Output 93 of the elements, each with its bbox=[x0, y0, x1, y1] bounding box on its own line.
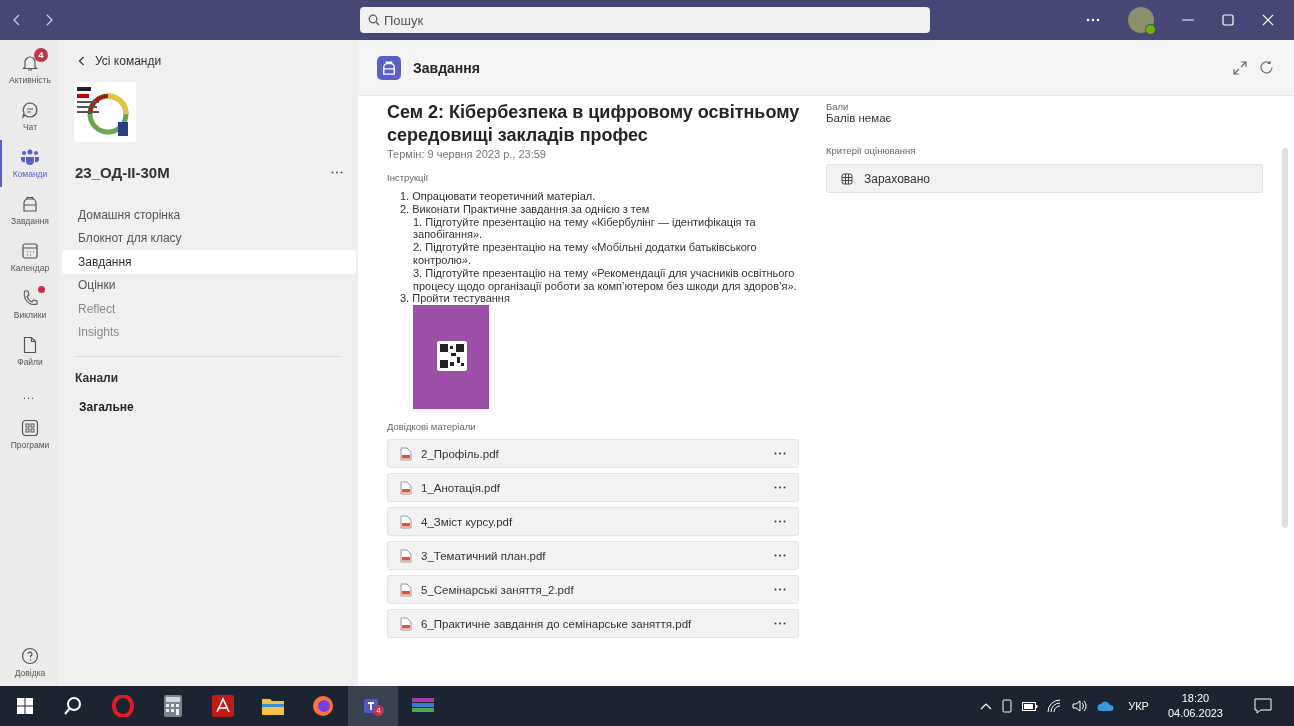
points-value: Балів немає bbox=[826, 112, 893, 124]
notifications-icon[interactable] bbox=[1254, 698, 1272, 714]
pdf-file-icon bbox=[400, 480, 412, 495]
instruction-item: 1. Опрацювати теоретичний матеріал. bbox=[400, 190, 597, 203]
search-icon bbox=[368, 14, 380, 26]
attachment-item[interactable]: 5_Семінарські заняття_2.pdf bbox=[387, 575, 799, 605]
taskbar-app[interactable]: 4 bbox=[348, 686, 398, 726]
search-icon bbox=[63, 696, 83, 716]
windows-start-icon[interactable] bbox=[17, 698, 33, 714]
apps-grid-icon bbox=[21, 419, 39, 437]
battery-icon[interactable] bbox=[1022, 701, 1039, 711]
speaker-icon[interactable] bbox=[1072, 699, 1089, 713]
pdf-file-icon bbox=[400, 616, 412, 631]
refresh-icon[interactable] bbox=[1259, 60, 1274, 75]
attachment-item[interactable]: 2_Профіль.pdf bbox=[387, 439, 799, 469]
more-options-icon[interactable] bbox=[331, 171, 343, 174]
calculator-icon bbox=[164, 695, 182, 717]
due-date: Термін: 9 червня 2023 р., 23:59 bbox=[387, 148, 547, 160]
nav-item[interactable]: Домашня сторінка bbox=[62, 203, 356, 227]
notification-badge: 4 bbox=[34, 48, 48, 62]
more-options-icon[interactable] bbox=[774, 452, 786, 456]
apps-button[interactable]: Програми bbox=[0, 411, 58, 458]
rail-item[interactable]: Календар bbox=[0, 234, 58, 281]
more-apps-button[interactable]: ... bbox=[22, 389, 36, 401]
device-icon[interactable] bbox=[1001, 699, 1014, 713]
more-options-icon[interactable] bbox=[774, 554, 786, 558]
backpack-icon bbox=[377, 55, 401, 80]
more-options-icon[interactable] bbox=[1086, 18, 1100, 22]
pdf-file-icon bbox=[400, 548, 412, 563]
pdf-file-icon bbox=[400, 446, 412, 461]
attachment-item[interactable]: 6_Практичне завдання до семінарське заняття.pdf bbox=[387, 609, 799, 639]
pdf-file-icon bbox=[400, 582, 412, 597]
more-options-icon[interactable] bbox=[774, 588, 786, 592]
backpack-icon bbox=[22, 195, 38, 213]
ring-logo-icon bbox=[112, 695, 134, 717]
more-options-icon[interactable] bbox=[774, 622, 786, 626]
channels-heading: Канали bbox=[75, 371, 120, 385]
close-icon[interactable] bbox=[1262, 14, 1274, 26]
instruction-item: 2. Виконати Практичне завдання за однією з тем bbox=[400, 202, 651, 216]
folder-icon bbox=[262, 697, 284, 715]
nav-item[interactable]: Оцінки bbox=[62, 273, 356, 297]
scrollbar[interactable] bbox=[1282, 148, 1288, 528]
section-label: Довідкові матеріали bbox=[387, 421, 477, 433]
rail-item[interactable]: 4 Активність bbox=[0, 46, 58, 93]
points-label: Бали bbox=[826, 101, 850, 112]
maximize-icon[interactable] bbox=[1222, 14, 1234, 26]
help-button[interactable]: Довідка bbox=[0, 639, 58, 686]
assignment-title: Сем 2: Кібербезпека в цифровому освітньому середовищі закладів профес bbox=[387, 101, 801, 147]
chevron-left-icon bbox=[78, 56, 85, 66]
fox-logo-icon bbox=[312, 695, 334, 717]
attachment-item[interactable]: 4_Зміст курсу.pdf bbox=[387, 507, 799, 537]
cloud-icon[interactable] bbox=[1097, 700, 1116, 712]
status-dot bbox=[1145, 24, 1156, 35]
chat-icon bbox=[21, 101, 39, 119]
rail-item[interactable]: Файли bbox=[0, 328, 58, 375]
channel-item[interactable]: Загальне bbox=[79, 400, 358, 414]
rubric-label: Критерії оцінювання bbox=[826, 145, 917, 156]
file-icon bbox=[23, 336, 37, 354]
page-title: Завдання bbox=[413, 59, 480, 76]
notification-badge: 4 bbox=[373, 705, 384, 716]
rubric-item[interactable]: Зараховано bbox=[826, 164, 1263, 193]
team-name: 23_ОД-ІІ-30М bbox=[75, 164, 170, 181]
back-link[interactable]: Усі команди bbox=[78, 54, 358, 68]
search-field[interactable]: Пошук bbox=[360, 7, 930, 33]
section-label: Інструкції bbox=[387, 172, 430, 183]
nav-item[interactable]: Блокнот для класу bbox=[62, 226, 356, 250]
more-options-icon[interactable] bbox=[774, 486, 786, 490]
calendar-icon bbox=[21, 242, 39, 260]
rail-item[interactable]: Завдання bbox=[0, 187, 58, 234]
rail-item[interactable]: Чат bbox=[0, 93, 58, 140]
pdf-file-icon bbox=[400, 514, 412, 529]
nav-item[interactable]: Завдання bbox=[62, 250, 356, 274]
rail-item[interactable]: Виклики bbox=[0, 281, 58, 328]
instruction-item: 3. Пройти тестування bbox=[400, 292, 511, 306]
help-icon bbox=[21, 647, 39, 665]
expand-icon[interactable] bbox=[1233, 60, 1247, 75]
attachment-item[interactable]: 1_Анотація.pdf bbox=[387, 473, 799, 503]
team-logo-drawing bbox=[74, 82, 136, 142]
attachment-item[interactable]: 3_Тематичний план.pdf bbox=[387, 541, 799, 571]
archive-icon bbox=[412, 697, 434, 715]
instruction-subitem: 3. Підготуйте презентацію на тему «Рекомендації для учасників освітнього процесу щодо організації роботи за комп’ютером без шкоди для здоров’я». bbox=[412, 266, 798, 293]
phone-icon bbox=[21, 289, 39, 307]
grid-icon bbox=[841, 172, 853, 185]
instruction-subitem: 1. Підготуйте презентацію на тему «Кібербулінг — ідентифікація та запобігання». bbox=[412, 215, 757, 242]
language-indicator[interactable]: УКР bbox=[1128, 700, 1149, 712]
people-icon bbox=[20, 148, 40, 166]
pdf-reader-icon bbox=[212, 695, 234, 717]
clock[interactable]: 18:20 04.06.2023 bbox=[1167, 691, 1223, 721]
bell-icon bbox=[21, 54, 39, 72]
avatar[interactable] bbox=[1128, 7, 1154, 33]
instruction-subitem: 2. Підготуйте презентацію на тему «Мобільні додатки батьківського контролю». bbox=[412, 241, 758, 267]
more-options-icon[interactable] bbox=[774, 520, 786, 524]
chevron-up-icon[interactable] bbox=[980, 702, 993, 710]
